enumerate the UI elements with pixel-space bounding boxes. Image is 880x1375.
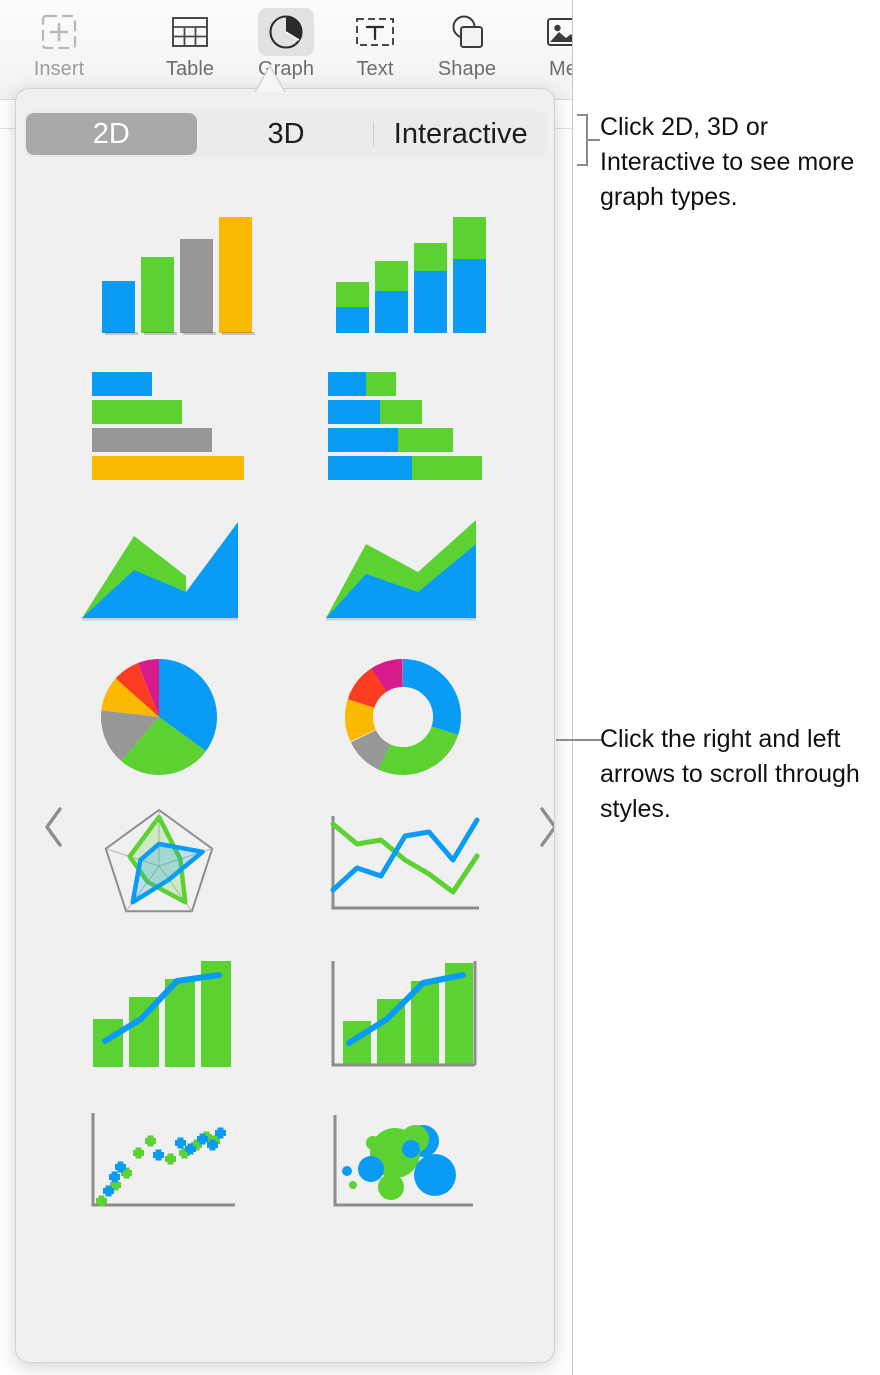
toolbar-label-table: Table: [165, 58, 215, 80]
table-icon: [162, 8, 218, 56]
chart-thumb-scatter-chart[interactable]: [44, 1087, 274, 1235]
chart-thumb-column-chart[interactable]: [44, 199, 274, 347]
screenshot-root: Insert Table Graph Text Shape M 2D 3D In…: [0, 0, 880, 1375]
graph-pie-icon: [258, 8, 314, 56]
toolbar-item-text[interactable]: Text: [332, 8, 418, 81]
chart-thumb-line-chart[interactable]: [288, 791, 518, 939]
toolbar-label-shape: Shape: [437, 58, 497, 80]
toolbar-label-text: Text: [356, 58, 394, 80]
tab-3d[interactable]: 3D: [201, 113, 372, 155]
toolbar-item-shape[interactable]: Shape: [424, 8, 510, 81]
insert-icon: [31, 8, 87, 56]
chart-thumb-bubble-chart[interactable]: [288, 1087, 518, 1235]
chart-thumb-stacked-bar-chart[interactable]: [288, 347, 518, 495]
chart-thumb-stacked-column-chart[interactable]: [288, 199, 518, 347]
chart-style-grid: [16, 189, 554, 1294]
chart-thumb-pie-chart[interactable]: [44, 643, 274, 791]
media-icon: [535, 8, 572, 56]
chart-thumb-two-axis-bar-line-chart[interactable]: [288, 939, 518, 1087]
chart-thumb-donut-chart[interactable]: [288, 643, 518, 791]
scroll-right-arrow[interactable]: [528, 799, 554, 855]
toolbar-label-media: Me: [549, 58, 572, 80]
graph-type-segmented-control[interactable]: 2D 3D Interactive: [24, 111, 548, 157]
toolbar-label-insert: Insert: [33, 58, 85, 80]
chart-thumb-stacked-area-chart[interactable]: [288, 495, 518, 643]
popover-pointer: [254, 64, 286, 92]
chart-thumb-area-chart[interactable]: [44, 495, 274, 643]
tab-interactive[interactable]: Interactive: [373, 113, 546, 155]
annotation-text-1: Click 2D, 3D or Interactive to see more …: [600, 113, 855, 211]
scroll-left-arrow[interactable]: [34, 799, 74, 855]
annotation-text-2: Click the right and left arrows to scrol…: [600, 725, 860, 823]
tab-2d[interactable]: 2D: [26, 113, 197, 155]
chart-thumb-combo-bar-line-chart[interactable]: [44, 939, 274, 1087]
annotation-leader-2: [556, 739, 602, 741]
app-window: Insert Table Graph Text Shape M 2D 3D In…: [0, 0, 573, 1375]
annotation-bracket-1: [577, 114, 600, 166]
toolbar-item-table[interactable]: Table: [147, 8, 233, 81]
graph-chooser-popover: 2D 3D Interactive: [15, 88, 555, 1363]
shape-icon: [439, 8, 495, 56]
chevron-right-icon: [540, 807, 554, 847]
toolbar-item-media[interactable]: Me: [520, 8, 572, 81]
chevron-left-icon: [45, 807, 62, 847]
text-box-icon: [347, 8, 403, 56]
chart-thumb-bar-chart[interactable]: [44, 347, 274, 495]
toolbar-item-insert[interactable]: Insert: [16, 8, 102, 81]
chart-thumb-radar-chart[interactable]: [44, 791, 274, 939]
